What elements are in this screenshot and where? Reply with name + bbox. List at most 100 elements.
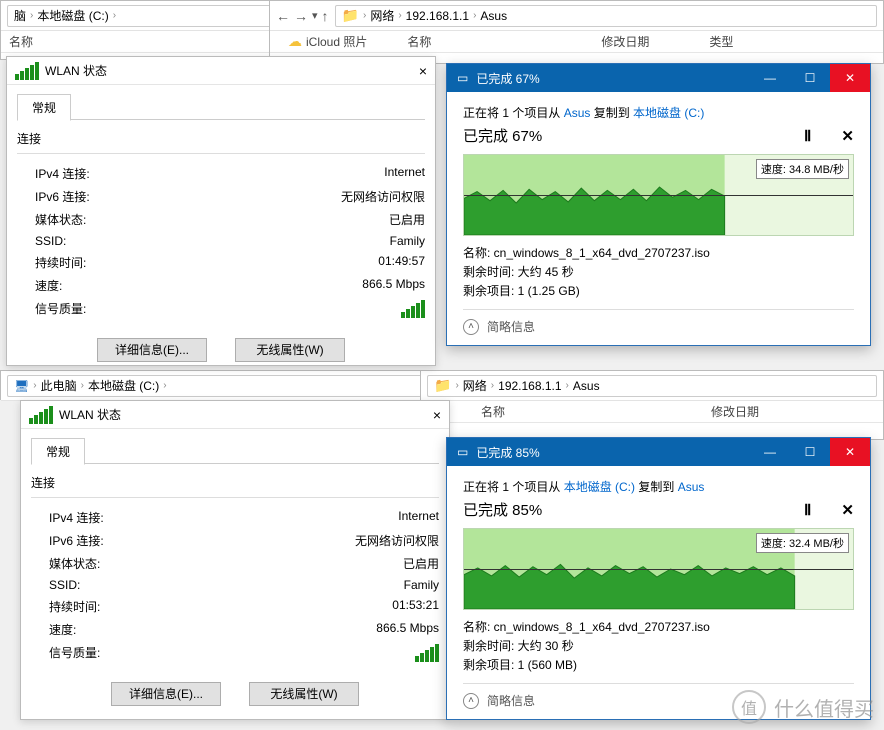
explorer-top-left: 脑 › 本地磁盘 (C:) › 名称 — [0, 0, 280, 60]
pause-button[interactable]: Ⅱ — [804, 127, 811, 145]
maximize-button[interactable]: ☐ — [790, 438, 830, 466]
chevron-down-icon[interactable]: ▾ — [312, 9, 318, 22]
signal-bars-icon — [415, 644, 439, 662]
ipv4-value: Internet — [398, 509, 439, 526]
progress-text: 已完成 85% — [463, 499, 542, 520]
folder-icon: 📁 — [342, 7, 359, 24]
breadcrumb[interactable]: 📁 › 网络 › 192.168.1.1 › Asus — [335, 5, 877, 27]
col-name[interactable]: 名称 — [9, 33, 33, 50]
speed-label: 速度: — [35, 277, 62, 294]
titlebar: ▭ 已完成 67% — ☐ ✕ — [447, 64, 870, 92]
tab-general[interactable]: 常规 — [17, 94, 71, 121]
dst-link[interactable]: 本地磁盘 (C:) — [633, 106, 704, 120]
src-link[interactable]: 本地磁盘 (C:) — [564, 480, 635, 494]
crumb[interactable]: 脑 — [14, 7, 26, 24]
crumb[interactable]: 192.168.1.1 — [406, 9, 469, 23]
back-icon[interactable]: ← — [276, 8, 290, 24]
duration-value: 01:49:57 — [378, 254, 425, 271]
titlebar: ▭ 已完成 85% — ☐ ✕ — [447, 438, 870, 466]
speed-value: 866.5 Mbps — [376, 621, 439, 638]
close-button[interactable]: ✕ — [830, 64, 870, 92]
col-date[interactable]: 修改日期 — [711, 403, 759, 420]
brief-toggle[interactable]: ˄简略信息 — [463, 683, 854, 709]
wlan-status-window-1: WLAN 状态 × 常规 连接 IPv4 连接:Internet IPv6 连接… — [6, 56, 436, 366]
wifi-icon — [29, 406, 53, 424]
crumb[interactable]: 此电脑 — [41, 377, 77, 394]
col-date[interactable]: 修改日期 — [601, 33, 649, 50]
copy-icon: ▭ — [457, 71, 468, 85]
window-title: 已完成 85% — [476, 444, 539, 461]
brief-toggle[interactable]: ˄简略信息 — [463, 309, 854, 335]
col-name[interactable]: 名称 — [407, 33, 431, 50]
col-name[interactable]: 名称 — [481, 403, 711, 420]
close-button[interactable]: ✕ — [830, 438, 870, 466]
titlebar: WLAN 状态 × — [21, 401, 449, 429]
ipv6-value: 无网络访问权限 — [355, 532, 439, 549]
dst-link[interactable]: Asus — [678, 480, 705, 494]
time-row: 剩余时间: 大约 45 秒 — [463, 263, 854, 280]
window-title: 已完成 67% — [476, 70, 539, 87]
copy-icon: ▭ — [457, 445, 468, 459]
tab-general[interactable]: 常规 — [31, 438, 85, 465]
crumb[interactable]: 本地磁盘 (C:) — [88, 377, 159, 394]
chevron-up-icon: ˄ — [463, 319, 479, 335]
breadcrumb-bar: 🖥 › 此电脑 › 本地磁盘 (C:) › — [1, 371, 429, 401]
ssid-label: SSID: — [35, 234, 66, 248]
up-icon[interactable]: ↑ — [322, 8, 329, 24]
crumb[interactable]: Asus — [480, 9, 507, 23]
minimize-button[interactable]: — — [750, 64, 790, 92]
signal-bars-icon — [401, 300, 425, 318]
explorer-top-right: ← → ▾ ↑ 📁 › 网络 › 192.168.1.1 › Asus ☁iCl… — [269, 0, 884, 64]
column-headers: ☁iCloud 照片 名称 修改日期 类型 — [270, 31, 883, 53]
cancel-button[interactable]: ✕ — [841, 501, 854, 519]
speed-chart: 速度: 34.8 MB/秒 — [463, 154, 854, 236]
copy-dialog-2: ▭已完成 85% — ☐ ✕ 正在将 1 个项目从 本地磁盘 (C:) 复制到 … — [446, 437, 871, 720]
breadcrumb[interactable]: 🖥 › 此电脑 › 本地磁盘 (C:) › — [7, 375, 423, 397]
crumb[interactable]: 网络 — [463, 377, 487, 394]
name-row: 名称: cn_windows_8_1_x64_dvd_2707237.iso — [463, 618, 854, 635]
close-button[interactable]: × — [419, 63, 427, 79]
crumb[interactable]: 192.168.1.1 — [498, 379, 561, 393]
wireless-properties-button[interactable]: 无线属性(W) — [235, 338, 345, 362]
media-label: 媒体状态: — [49, 555, 100, 572]
breadcrumb[interactable]: 脑 › 本地磁盘 (C:) › — [7, 5, 273, 27]
ipv6-label: IPv6 连接: — [49, 532, 104, 549]
explorer-bottom-right: 📁 › 网络 › 192.168.1.1 › Asus 简 名称 修改日期 — [420, 370, 884, 440]
forward-icon[interactable]: → — [294, 8, 308, 24]
details-button[interactable]: 详细信息(E)... — [97, 338, 207, 362]
breadcrumb-bar: 📁 › 网络 › 192.168.1.1 › Asus — [421, 371, 883, 401]
src-link[interactable]: Asus — [564, 106, 591, 120]
ipv6-value: 无网络访问权限 — [341, 188, 425, 205]
maximize-button[interactable]: ☐ — [790, 64, 830, 92]
nav-arrows: ← → ▾ ↑ — [276, 8, 329, 24]
window-title: WLAN 状态 — [45, 62, 107, 79]
col-type[interactable]: 类型 — [709, 33, 733, 50]
crumb[interactable]: Asus — [573, 379, 600, 393]
pause-button[interactable]: Ⅱ — [804, 501, 811, 519]
column-headers: 名称 — [1, 31, 279, 53]
chevron-right-icon: › — [30, 10, 33, 21]
close-button[interactable]: × — [433, 407, 441, 423]
speed-chart: 速度: 32.4 MB/秒 — [463, 528, 854, 610]
crumb[interactable]: 网络 — [370, 7, 394, 24]
tabs: 常规 — [17, 93, 425, 120]
speed-label: 速度: 34.8 MB/秒 — [756, 159, 849, 179]
ipv4-value: Internet — [384, 165, 425, 182]
ssid-value: Family — [404, 578, 439, 592]
minimize-button[interactable]: — — [750, 438, 790, 466]
copy-description: 正在将 1 个项目从 Asus 复制到 本地磁盘 (C:) — [463, 104, 854, 121]
details-button[interactable]: 详细信息(E)... — [111, 682, 221, 706]
crumb[interactable]: 本地磁盘 (C:) — [37, 7, 108, 24]
cancel-button[interactable]: ✕ — [841, 127, 854, 145]
icloud-icon: ☁ — [288, 33, 302, 50]
ipv6-label: IPv6 连接: — [35, 188, 90, 205]
icloud-label[interactable]: iCloud 照片 — [306, 33, 367, 50]
chevron-right-icon: › — [113, 10, 116, 21]
column-headers: 简 名称 修改日期 — [421, 401, 883, 423]
copy-dialog-1: ▭ 已完成 67% — ☐ ✕ 正在将 1 个项目从 Asus 复制到 本地磁盘 … — [446, 63, 871, 346]
signal-label: 信号质量: — [49, 644, 100, 665]
wireless-properties-button[interactable]: 无线属性(W) — [249, 682, 359, 706]
duration-label: 持续时间: — [35, 254, 86, 271]
breadcrumb[interactable]: 📁 › 网络 › 192.168.1.1 › Asus — [427, 375, 877, 397]
speed-value: 866.5 Mbps — [362, 277, 425, 294]
